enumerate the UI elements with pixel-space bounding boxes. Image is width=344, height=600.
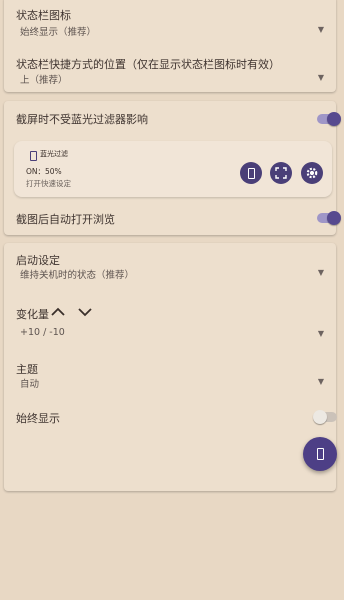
statusbar-icon-value[interactable]: 始终显示（推荐） xyxy=(20,24,96,38)
toggle-knob xyxy=(327,211,341,225)
toggle-knob xyxy=(327,112,341,126)
shortcut-position-dropdown-arrow[interactable]: ▼ xyxy=(318,73,324,82)
general-settings-card: 启动设定 维持关机时的状态（推荐） ▼ 变化量 +10 / -10 ▼ 主题 自… xyxy=(4,243,337,491)
theme-dropdown-arrow[interactable]: ▼ xyxy=(318,377,324,386)
fullscreen-button[interactable] xyxy=(270,162,292,184)
theme-value[interactable]: 自动 xyxy=(20,376,39,390)
chevron-up-icon[interactable] xyxy=(50,307,66,317)
unaffected-screenshot-toggle[interactable] xyxy=(317,112,341,126)
startup-label: 启动设定 xyxy=(16,254,60,267)
preview-app-name: 蓝光过滤 xyxy=(40,150,68,158)
floating-action-button[interactable] xyxy=(303,437,337,471)
statusbar-icon-label: 状态栏图标 xyxy=(16,9,71,22)
preview-action: 打开快速设定 xyxy=(26,179,71,188)
statusbar-icon-dropdown-arrow[interactable]: ▼ xyxy=(318,25,324,34)
auto-open-toggle[interactable] xyxy=(317,211,341,225)
shortcut-position-label: 状态栏快捷方式的位置（仅在显示状态栏图标时有效） xyxy=(16,58,280,71)
change-amount-value[interactable]: +10 / -10 xyxy=(20,327,65,338)
always-show-toggle[interactable] xyxy=(313,410,337,424)
screenshot-settings-card: 截屏时不受蓝光过滤器影响 蓝光过滤 ON：50% 打开快速设定 截图后自动打开浏… xyxy=(4,101,341,235)
startup-dropdown-arrow[interactable]: ▼ xyxy=(318,268,324,277)
startup-value[interactable]: 维持关机时的状态（推荐） xyxy=(20,267,134,281)
change-amount-dropdown-arrow[interactable]: ▼ xyxy=(318,329,324,338)
preview-status: ON：50% xyxy=(26,167,62,176)
phone-icon xyxy=(248,168,255,179)
shortcut-position-value[interactable]: 上（推荐） xyxy=(20,72,68,86)
change-amount-label: 变化量 xyxy=(16,308,49,321)
settings-button[interactable] xyxy=(301,162,323,184)
phone-icon xyxy=(317,448,324,460)
quick-settings-preview-card[interactable]: 蓝光过滤 ON：50% 打开快速设定 xyxy=(14,141,332,197)
theme-label: 主题 xyxy=(16,363,38,376)
always-show-label: 始终显示 xyxy=(16,412,60,425)
chevron-down-icon[interactable] xyxy=(77,307,93,317)
unaffected-screenshot-label: 截屏时不受蓝光过滤器影响 xyxy=(16,113,148,126)
gear-icon xyxy=(306,167,318,179)
phone-icon xyxy=(30,151,37,161)
auto-open-label: 截图后自动打开浏览 xyxy=(16,213,115,226)
fullscreen-icon xyxy=(275,167,287,179)
phone-button[interactable] xyxy=(240,162,262,184)
toggle-knob xyxy=(313,410,327,424)
top-settings-card: 状态栏图标 始终显示（推荐） ▼ 状态栏快捷方式的位置（仅在显示状态栏图标时有效… xyxy=(4,0,336,92)
